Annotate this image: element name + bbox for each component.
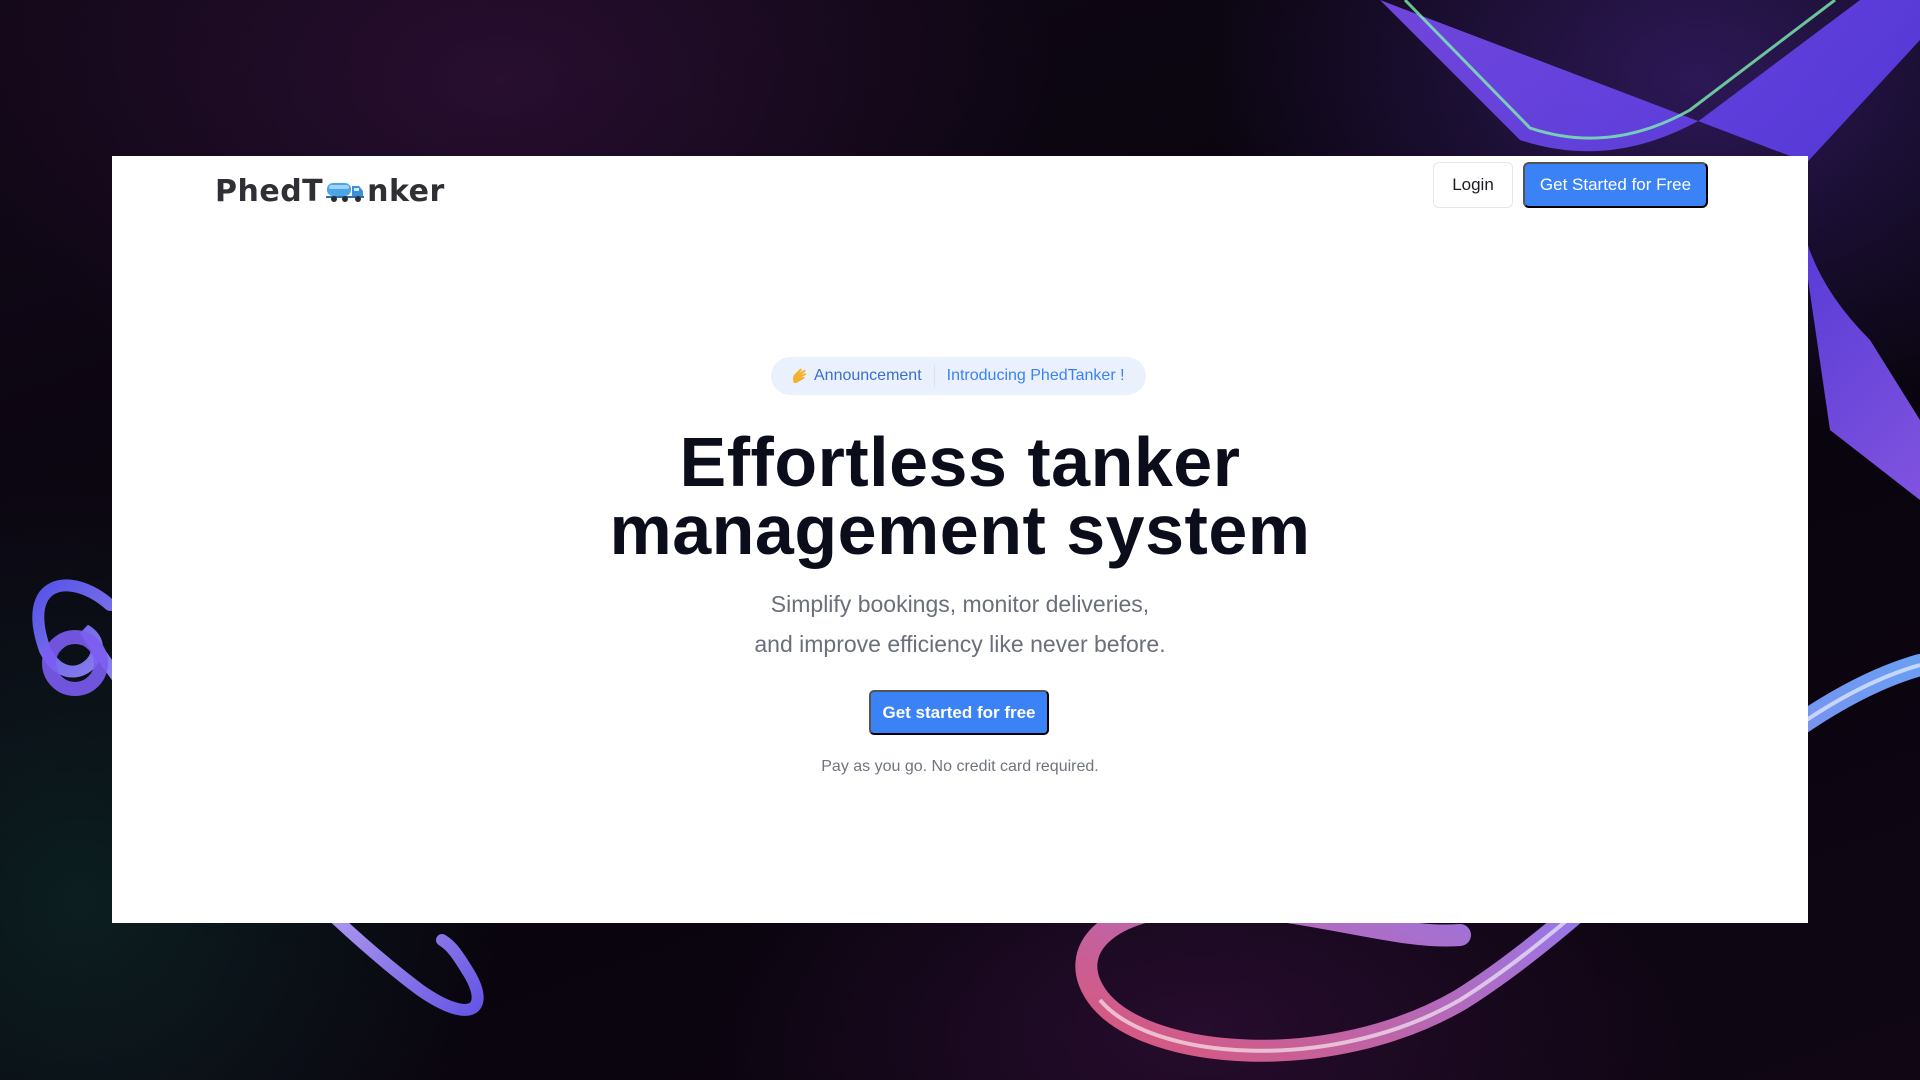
logo-suffix: nker	[367, 173, 445, 209]
hero-title-line2: management system	[609, 491, 1311, 569]
landing-page: PhedT nker Login Get Started for Free An…	[112, 156, 1808, 923]
hero-subtitle-line1: Simplify bookings, monitor deliveries,	[770, 591, 1150, 617]
get-started-hero-button[interactable]: Get started for free	[869, 690, 1049, 735]
login-button[interactable]: Login	[1433, 162, 1513, 208]
brand-logo[interactable]: PhedT nker	[215, 166, 445, 216]
hero-title-line1: Effortless tanker	[679, 423, 1241, 501]
get-started-nav-button[interactable]: Get Started for Free	[1523, 162, 1708, 208]
announcement-text: Introducing PhedTanker !	[946, 367, 1125, 384]
hero-subtitle: Simplify bookings, monitor deliveries, a…	[112, 584, 1808, 664]
announcement-divider	[933, 365, 935, 387]
tanker-truck-icon	[325, 178, 365, 204]
announcement-tag: Announcement	[814, 367, 922, 384]
hero-title: Effortless tanker management system	[112, 427, 1808, 565]
hand-icon	[790, 367, 808, 385]
hero-subtitle-line2: and improve efficiency like never before…	[754, 631, 1166, 657]
announcement-badge[interactable]: Announcement Introducing PhedTanker !	[771, 357, 1146, 395]
logo-prefix: PhedT	[215, 173, 324, 209]
pricing-note: Pay as you go. No credit card required.	[821, 758, 1099, 775]
